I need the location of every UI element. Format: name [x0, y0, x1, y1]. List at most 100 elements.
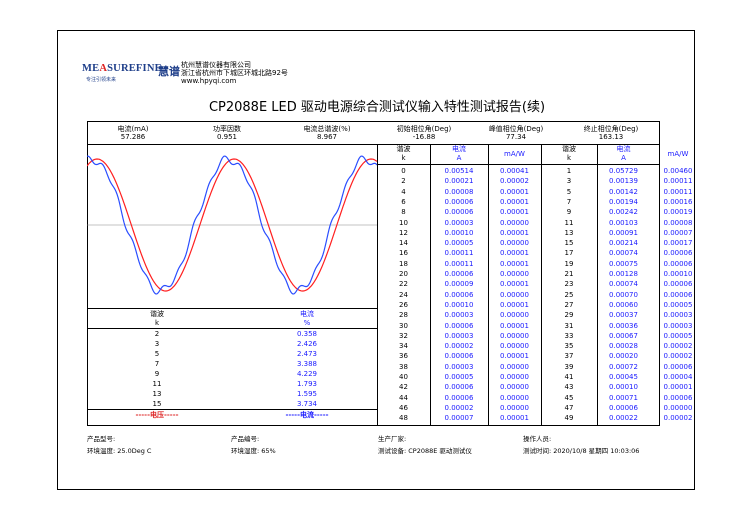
voltage-current-waveform: [87, 155, 377, 295]
detail-value: 0.00009: [444, 280, 474, 289]
detail-value: 0.00000: [500, 331, 529, 340]
detail-value: 0.00006: [444, 352, 474, 361]
detail-value: 0.00194: [609, 197, 638, 206]
detail-value: 0.00010: [663, 270, 693, 278]
detail-value: 0.00000: [500, 290, 529, 299]
detail-value: 0.00075: [609, 259, 638, 268]
detail-value: 0.00006: [663, 249, 693, 258]
footer-maker-label: 生产厂家:: [378, 435, 407, 443]
detail-harmonic-order: 19: [564, 259, 574, 268]
detail-harmonic-order: 7: [566, 197, 572, 206]
detail-value: 0.00001: [500, 414, 529, 423]
waveform-legend: -----电压----- -----电流-----: [87, 410, 377, 420]
harm-current-percent: 4.229: [296, 370, 318, 378]
detail-value: 0.00000: [500, 218, 529, 227]
detail-harmonic-order: 24: [399, 290, 408, 299]
logo-wordmark: MEASUREFINE: [82, 63, 162, 74]
detail-value: 0.00074: [609, 249, 638, 258]
detail-value: 0.00016: [663, 197, 693, 206]
detail-value: 0.00060: [609, 300, 638, 309]
detail-value: 0.00008: [444, 187, 474, 196]
detail-value: 0.00091: [609, 228, 638, 237]
harm-unit-k: k: [154, 319, 160, 327]
harm-current-percent: 2.426: [296, 340, 318, 348]
detail-harmonic-order: 48: [399, 414, 408, 423]
detail-harmonic-order: 20: [399, 270, 408, 278]
detail-value: 0.00067: [609, 331, 638, 340]
detail-value: 0.00001: [500, 197, 529, 206]
summary-value-pf: 0.951: [216, 133, 238, 141]
detail-value: 0.00000: [500, 342, 529, 351]
detail-value: 0.00037: [609, 311, 638, 320]
detail-value: 0.00020: [609, 352, 638, 361]
summary-value-start-angle: -16.88: [412, 133, 436, 141]
harm-table-units: k %: [87, 318, 377, 328]
detail-harmonic-order: 43: [564, 383, 574, 392]
detail-harmonic-order: 30: [399, 321, 408, 330]
detail-unit-cell: A: [456, 154, 462, 162]
detail-value: 0.00006: [609, 403, 638, 412]
company-address: 浙江省杭州市下城区环城北路92号: [181, 69, 288, 77]
detail-value: 0.00214: [609, 239, 638, 248]
detail-unit-cell: k: [401, 154, 406, 162]
detail-value: 0.00003: [663, 311, 693, 320]
detail-value: 0.00006: [663, 393, 693, 402]
detail-value: 0.00128: [609, 270, 638, 278]
summary-value-current: 57.286: [120, 133, 146, 141]
detail-harmonic-order: 45: [564, 393, 574, 402]
detail-value: 0.00017: [663, 239, 693, 248]
detail-harmonic-order: 36: [399, 352, 408, 361]
logo-chinese-name: 慧谱: [158, 65, 180, 78]
detail-harmonic-order: 31: [564, 321, 574, 330]
detail-value: 0.00071: [609, 393, 638, 402]
detail-harmonic-order: 46: [399, 403, 408, 412]
detail-harmonic-order: 42: [399, 383, 408, 392]
detail-harmonic-order: 9: [566, 208, 572, 217]
detail-value: 0.00074: [609, 280, 638, 289]
detail-harmonic-order: 4: [401, 187, 406, 196]
detail-value: 0.00002: [500, 177, 529, 186]
detail-value: 0.00003: [444, 331, 474, 340]
detail-harmonic-order: 2: [401, 177, 406, 186]
detail-harmonic-order: 5: [566, 187, 572, 196]
harm-header-border: [87, 328, 377, 329]
detail-value: 0.00142: [609, 187, 638, 196]
detail-value: 0.00072: [609, 362, 638, 371]
detail-harmonic-order: 33: [564, 331, 574, 340]
detail-harmonic-order: 47: [564, 403, 574, 412]
detail-harmonic-order: 11: [564, 218, 574, 227]
detail-value: 0.00001: [500, 352, 529, 361]
detail-value: 0.00021: [444, 177, 474, 186]
detail-value: 0.00002: [444, 342, 474, 351]
detail-value: 0.00004: [663, 373, 693, 381]
detail-value: 0.00002: [663, 352, 693, 361]
detail-harmonic-order: 3: [566, 177, 572, 186]
harm-table-row: 15 3.734: [87, 399, 377, 409]
detail-unit-cell: A: [621, 154, 626, 162]
detail-value: 0.00070: [609, 290, 638, 299]
detail-value: 0.00007: [444, 414, 474, 423]
detail-harmonic-order: 13: [564, 228, 574, 237]
detail-value: 0.00001: [500, 249, 529, 258]
detail-value: 0.00011: [444, 259, 474, 268]
detail-harmonic-order: 15: [564, 239, 574, 248]
detail-value: 0.00000: [500, 383, 529, 392]
detail-value: 0.00008: [663, 218, 693, 227]
harm-current-percent: 3.388: [296, 360, 318, 368]
detail-harmonic-order: 23: [564, 280, 574, 289]
harm-order: 13: [152, 390, 162, 398]
detail-value: 0.00000: [500, 362, 529, 371]
harm-order: 7: [154, 360, 160, 368]
detail-harmonic-order: 38: [399, 362, 408, 371]
detail-value: 0.00006: [444, 393, 474, 402]
report-sheet: MEASUREFINE 专注引领未来 慧谱 杭州慧谱仪器有限公司 浙江省杭州市下…: [57, 30, 695, 490]
legend-voltage: -----电压-----: [135, 411, 179, 419]
summary-value-end-angle: 163.13: [598, 133, 624, 141]
detail-value: 0.00003: [444, 362, 474, 371]
detail-value: 0.00001: [500, 259, 529, 268]
detail-value: 0.00007: [663, 228, 693, 237]
footer-test-time: 测试时间: 2020/10/8 星期四 10:03:06: [523, 447, 640, 455]
detail-value: 0.00006: [444, 383, 474, 392]
detail-value: 0.00003: [663, 321, 693, 330]
detail-harmonic-order: 16: [399, 249, 408, 258]
